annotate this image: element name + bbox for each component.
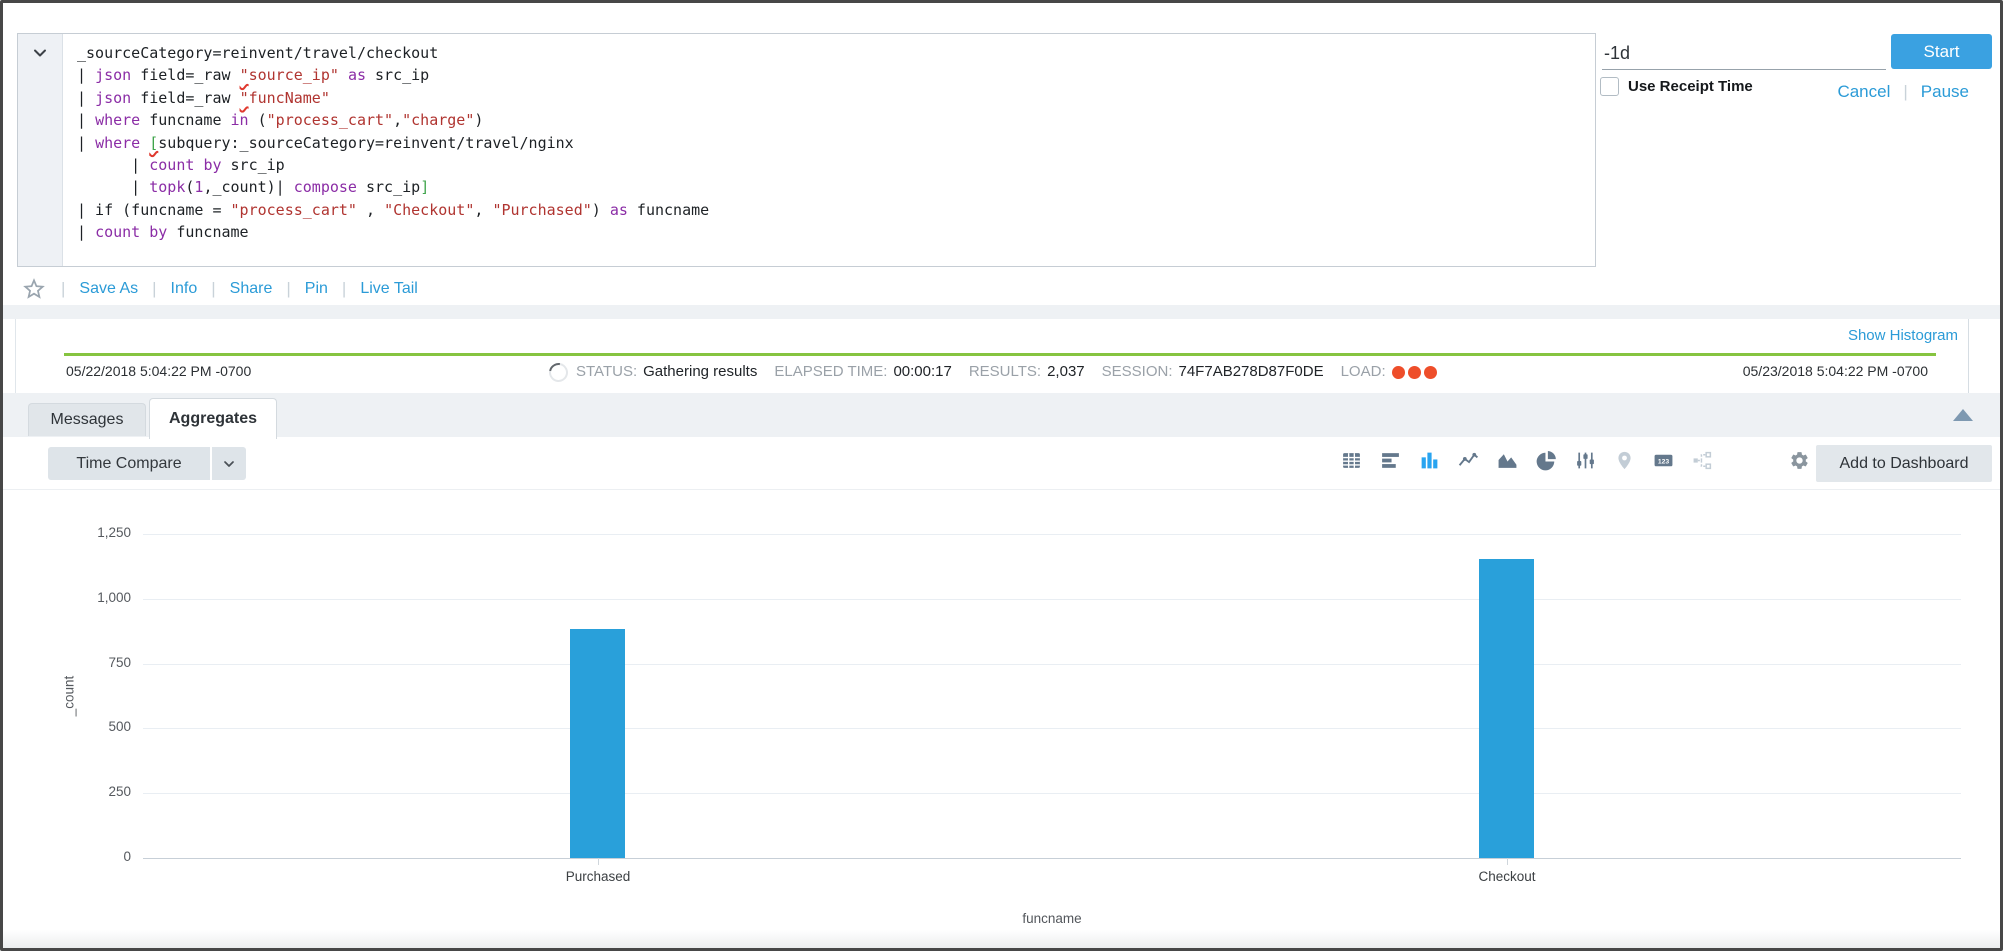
section-divider-band — [3, 305, 2000, 319]
query-line: | where [subquery:_sourceCategory=reinve… — [77, 132, 1581, 154]
status-label: SESSION: — [1102, 363, 1173, 380]
divider: | — [61, 279, 65, 299]
results-tab-strip: Messages Aggregates — [3, 393, 2000, 438]
show-histogram-link[interactable]: Show Histogram — [1848, 327, 1958, 344]
gridline — [143, 664, 1961, 665]
load-dot-icon — [1408, 366, 1421, 379]
chart-bar-purchased[interactable] — [570, 629, 625, 858]
x-axis-category-label: Purchased — [488, 869, 708, 884]
query-line: | json field=_raw "source_ip" as src_ip — [77, 64, 1581, 86]
load-dot-icon — [1424, 366, 1437, 379]
gridline — [143, 793, 1961, 794]
start-button[interactable]: Start — [1891, 34, 1992, 69]
search-progress-bar — [64, 353, 1936, 356]
loading-spinner-icon — [545, 359, 571, 385]
status-item-elapsed-time: ELAPSED TIME: 00:00:17 — [774, 363, 951, 380]
status-bar: STATUS: Gathering results ELAPSED TIME: 00:… — [576, 363, 1440, 380]
gridline — [143, 728, 1961, 729]
search-control-links: Cancel | Pause — [1837, 82, 1969, 102]
y-axis-tick-label: 0 — [43, 849, 131, 864]
status-label: ELAPSED TIME: — [774, 363, 887, 380]
status-label: STATUS: — [576, 363, 637, 380]
status-value: 74F7AB278D87F0DE — [1179, 363, 1324, 380]
use-receipt-time-label: Use Receipt Time — [1628, 78, 1753, 95]
favorite-star-icon[interactable] — [21, 276, 47, 302]
status-label: RESULTS: — [969, 363, 1041, 380]
pin-link[interactable]: Pin — [305, 280, 328, 298]
live-tail-link[interactable]: Live Tail — [360, 280, 418, 298]
query-text[interactable]: _sourceCategory=reinvent/travel/checkout… — [63, 34, 1595, 266]
query-line: | if (funcname = "process_cart" , "Check… — [77, 199, 1581, 221]
search-end-time: 05/23/2018 5:04:22 PM -0700 — [1743, 363, 1928, 379]
query-line: | count by funcname — [77, 221, 1581, 243]
query-line: | json field=_raw "funcName" — [77, 87, 1581, 109]
gridline — [143, 534, 1961, 535]
y-axis-tick-label: 1,250 — [43, 525, 131, 540]
y-axis-tick-label: 750 — [43, 655, 131, 670]
load-dot-icon — [1392, 366, 1405, 379]
x-axis-category-label: Checkout — [1397, 869, 1617, 884]
query-line: | where funcname in ("process_cart","cha… — [77, 109, 1581, 131]
divider: | — [286, 279, 290, 299]
time-range-input[interactable] — [1602, 39, 1886, 70]
use-receipt-time-checkbox[interactable] — [1600, 77, 1619, 96]
status-value: 00:00:17 — [893, 363, 951, 380]
search-actions-toolbar: | Save As | Info | Share | Pin | Live Tail — [21, 275, 418, 303]
use-receipt-time-row: Use Receipt Time — [1600, 77, 1753, 96]
status-item-status: STATUS: Gathering results — [576, 363, 757, 380]
cancel-link[interactable]: Cancel — [1837, 82, 1890, 102]
search-start-time: 05/22/2018 5:04:22 PM -0700 — [66, 363, 251, 379]
x-axis-title: funcname — [143, 911, 1961, 926]
query-line: _sourceCategory=reinvent/travel/checkout — [77, 42, 1581, 64]
divider: | — [211, 279, 215, 299]
y-axis-tick-label: 250 — [43, 784, 131, 799]
tab-messages[interactable]: Messages — [28, 403, 146, 436]
status-item-load: LOAD: — [1341, 363, 1440, 380]
collapse-query-icon[interactable] — [30, 43, 50, 63]
scroll-shadow — [3, 930, 2000, 948]
y-axis-tick-label: 500 — [43, 719, 131, 734]
info-link[interactable]: Info — [171, 280, 198, 298]
query-editor[interactable]: _sourceCategory=reinvent/travel/checkout… — [17, 33, 1596, 267]
status-value: Gathering results — [643, 363, 757, 380]
save-as-link[interactable]: Save As — [79, 280, 138, 298]
status-label: LOAD: — [1341, 363, 1386, 380]
pause-link[interactable]: Pause — [1921, 82, 1969, 102]
status-item-session: SESSION: 74F7AB278D87F0DE — [1102, 363, 1324, 380]
collapse-panel-icon[interactable] — [1953, 409, 1973, 421]
tab-aggregates[interactable]: Aggregates — [149, 398, 277, 439]
y-axis-title: _count — [62, 676, 77, 717]
aggregates-panel: Time Compare 123 Add to Dashboard 025050… — [3, 437, 2000, 948]
chart-bar-checkout[interactable] — [1479, 559, 1534, 858]
load-indicator — [1392, 363, 1440, 380]
status-item-results: RESULTS: 2,037 — [969, 363, 1085, 380]
gridline — [143, 599, 1961, 600]
x-axis-tick — [598, 858, 599, 865]
divider: | — [1903, 82, 1907, 102]
query-gutter — [18, 34, 63, 266]
query-line: | topk(1,_count)| compose src_ip] — [77, 176, 1581, 198]
status-value: 2,037 — [1047, 363, 1085, 380]
share-link[interactable]: Share — [230, 280, 273, 298]
divider: | — [342, 279, 346, 299]
histogram-panel: Show Histogram 05/22/2018 5:04:22 PM -07… — [15, 319, 1969, 393]
x-axis-tick — [1507, 858, 1508, 865]
sumo-search-window: _sourceCategory=reinvent/travel/checkout… — [0, 0, 2003, 951]
bar-chart: 0 250 500 750 1,000 1,250 _count Purchased Check… — [3, 437, 2000, 948]
query-line: | count by src_ip — [77, 154, 1581, 176]
divider: | — [152, 279, 156, 299]
y-axis-tick-label: 1,000 — [43, 590, 131, 605]
gridline — [143, 858, 1961, 859]
